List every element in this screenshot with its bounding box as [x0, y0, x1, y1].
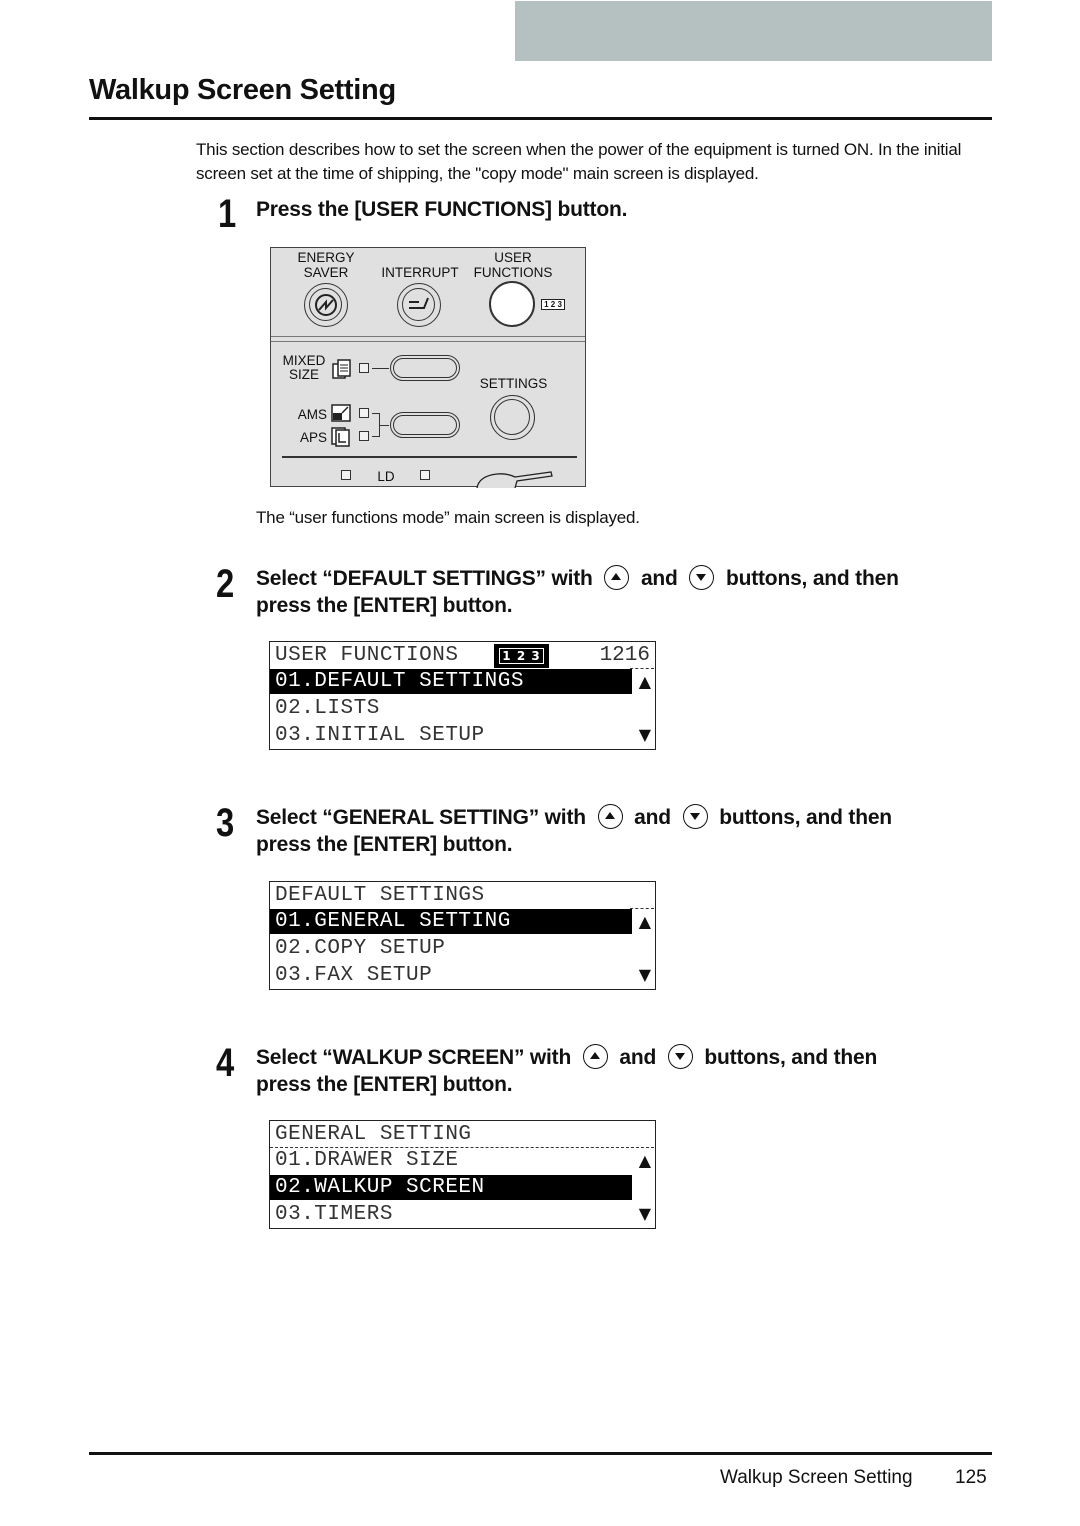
aps-label: APS [299, 430, 327, 445]
interrupt-button[interactable] [397, 283, 441, 327]
lcd-indicator-badge: 1 2 3 [494, 644, 549, 668]
interrupt-label: INTERRUPT [381, 265, 459, 280]
user-functions-label-line1: USER [494, 250, 532, 265]
step-number-2: 2 [216, 562, 235, 606]
user-functions-label: USER FUNCTIONS [469, 250, 557, 280]
user-functions-button[interactable] [489, 281, 535, 327]
up-button-icon [604, 565, 630, 590]
lcd-count: 1216 [599, 644, 650, 667]
lcd-menu-item[interactable]: 03.TIMERS [270, 1202, 393, 1227]
lcd-menu-item[interactable]: 03.FAX SETUP [270, 963, 432, 988]
step-4-and: and [619, 1046, 657, 1069]
step-2-text: Select “DEFAULT SETTINGS” with and butto… [256, 565, 996, 619]
energy-saver-label-line2: SAVER [303, 265, 349, 280]
lcd-user-functions: USER FUNCTIONS 1 2 3 1216 01.DEFAULT SET… [269, 641, 656, 750]
title-rule [89, 117, 992, 120]
led-left [341, 470, 351, 480]
step-4-text-post: buttons, and then [704, 1046, 878, 1069]
lcd-menu-item-selected[interactable]: 01.DEFAULT SETTINGS [270, 669, 632, 694]
intro-paragraph: This section describes how to set the sc… [196, 140, 962, 183]
step-4-text-line2: press the [ENTER] button. [256, 1073, 513, 1096]
lcd-dashed-separator [630, 668, 654, 669]
lcd-indicator-text: 1 2 3 [499, 648, 544, 664]
lcd-default-settings: DEFAULT SETTINGS 01.GENERAL SETTING 02.C… [269, 881, 656, 990]
lcd-header: GENERAL SETTING [275, 1123, 472, 1146]
lcd-header: DEFAULT SETTINGS [275, 884, 485, 907]
lcd-menu-item[interactable]: 02.COPY SETUP [270, 936, 445, 961]
step-1-text: Press the [USER FUNCTIONS] button. [256, 198, 628, 221]
footer-section-title: Walkup Screen Setting [720, 1467, 913, 1488]
scroll-down-icon: ▼ [638, 965, 651, 984]
energy-saver-label: ENERGY SAVER [289, 250, 363, 280]
panel-divider [271, 341, 585, 342]
interrupt-icon [408, 297, 429, 309]
step-4-text-pre: Select “WALKUP SCREEN” with [256, 1046, 572, 1069]
panel-divider [271, 336, 585, 337]
ams-led [359, 408, 369, 418]
mixed-size-label: MIXED SIZE [279, 354, 329, 382]
panel-divider [282, 456, 577, 458]
user-functions-indicator: 1 2 3 [541, 299, 565, 310]
lcd-menu-item[interactable]: 02.LISTS [270, 696, 380, 721]
scroll-up-icon: ▲ [638, 672, 651, 691]
step-2-text-post: buttons, and then [725, 567, 899, 590]
control-panel-illustration: ENERGY SAVER INTERRUPT USER FUNCTIONS 1 … [270, 247, 586, 488]
down-button-icon [689, 565, 715, 590]
led-right [420, 470, 430, 480]
step-4-text: Select “WALKUP SCREEN” with and buttons,… [256, 1044, 996, 1098]
scroll-down-icon: ▼ [638, 1204, 651, 1223]
lcd-menu-item[interactable]: 03.INITIAL SETUP [270, 723, 485, 748]
step-3-text-post: buttons, and then [719, 806, 892, 829]
lcd-menu-item[interactable]: 01.DRAWER SIZE [270, 1148, 458, 1173]
aps-led [359, 431, 369, 441]
scroll-up-icon: ▲ [638, 912, 651, 931]
settings-label: SETTINGS [479, 376, 548, 391]
energy-saver-label-line1: ENERGY [297, 250, 355, 265]
ld-label: LD [377, 469, 395, 484]
settings-button[interactable] [490, 395, 535, 440]
page-number: 125 [955, 1467, 987, 1488]
step-1-caption: The “user functions mode” main screen is… [256, 508, 640, 527]
scroll-up-icon: ▲ [638, 1151, 651, 1170]
step-3-and: and [634, 806, 671, 829]
ams-label: AMS [297, 407, 327, 422]
lcd-menu-item-selected[interactable]: 01.GENERAL SETTING [270, 909, 632, 934]
down-button-icon [682, 804, 708, 829]
mixed-size-icon [332, 359, 351, 379]
step-2-text-pre: Select “DEFAULT SETTINGS” with [256, 567, 593, 590]
step-2-text-line2: press the [ENTER] button. [256, 594, 513, 617]
lcd-menu-item-selected[interactable]: 02.WALKUP SCREEN [270, 1175, 632, 1200]
aps-icon [331, 427, 350, 447]
lcd-dashed-separator [630, 908, 654, 909]
step-number-4: 4 [216, 1041, 235, 1085]
panel-lever-icon [476, 471, 553, 488]
down-button-icon [667, 1044, 693, 1069]
step-3-text: Select “GENERAL SETTING” with and button… [256, 804, 996, 858]
mixed-size-label-line2: SIZE [288, 367, 319, 382]
mixed-size-label-line1: MIXED [282, 353, 326, 368]
header-band [515, 1, 992, 61]
footer-rule [89, 1452, 992, 1455]
step-2-and: and [640, 567, 678, 590]
mixed-size-led [359, 363, 369, 373]
ams-icon [331, 404, 351, 422]
page-title: Walkup Screen Setting [89, 74, 396, 106]
energy-saver-button[interactable] [304, 283, 348, 327]
step-3-text-pre: Select “GENERAL SETTING” with [256, 806, 586, 829]
ams-aps-button[interactable] [390, 412, 460, 438]
scroll-down-icon: ▼ [638, 725, 651, 744]
up-button-icon [582, 1044, 608, 1069]
step-number-3: 3 [216, 801, 235, 845]
lcd-header: USER FUNCTIONS [275, 644, 459, 667]
step-number-1: 1 [218, 192, 237, 236]
user-functions-label-line2: FUNCTIONS [473, 265, 553, 280]
step-3-text-line2: press the [ENTER] button. [256, 833, 513, 856]
lcd-general-setting: GENERAL SETTING 01.DRAWER SIZE 02.WALKUP… [269, 1120, 656, 1229]
energy-saver-icon [314, 293, 337, 316]
mixed-size-button[interactable] [390, 355, 460, 381]
up-button-icon [597, 804, 623, 829]
